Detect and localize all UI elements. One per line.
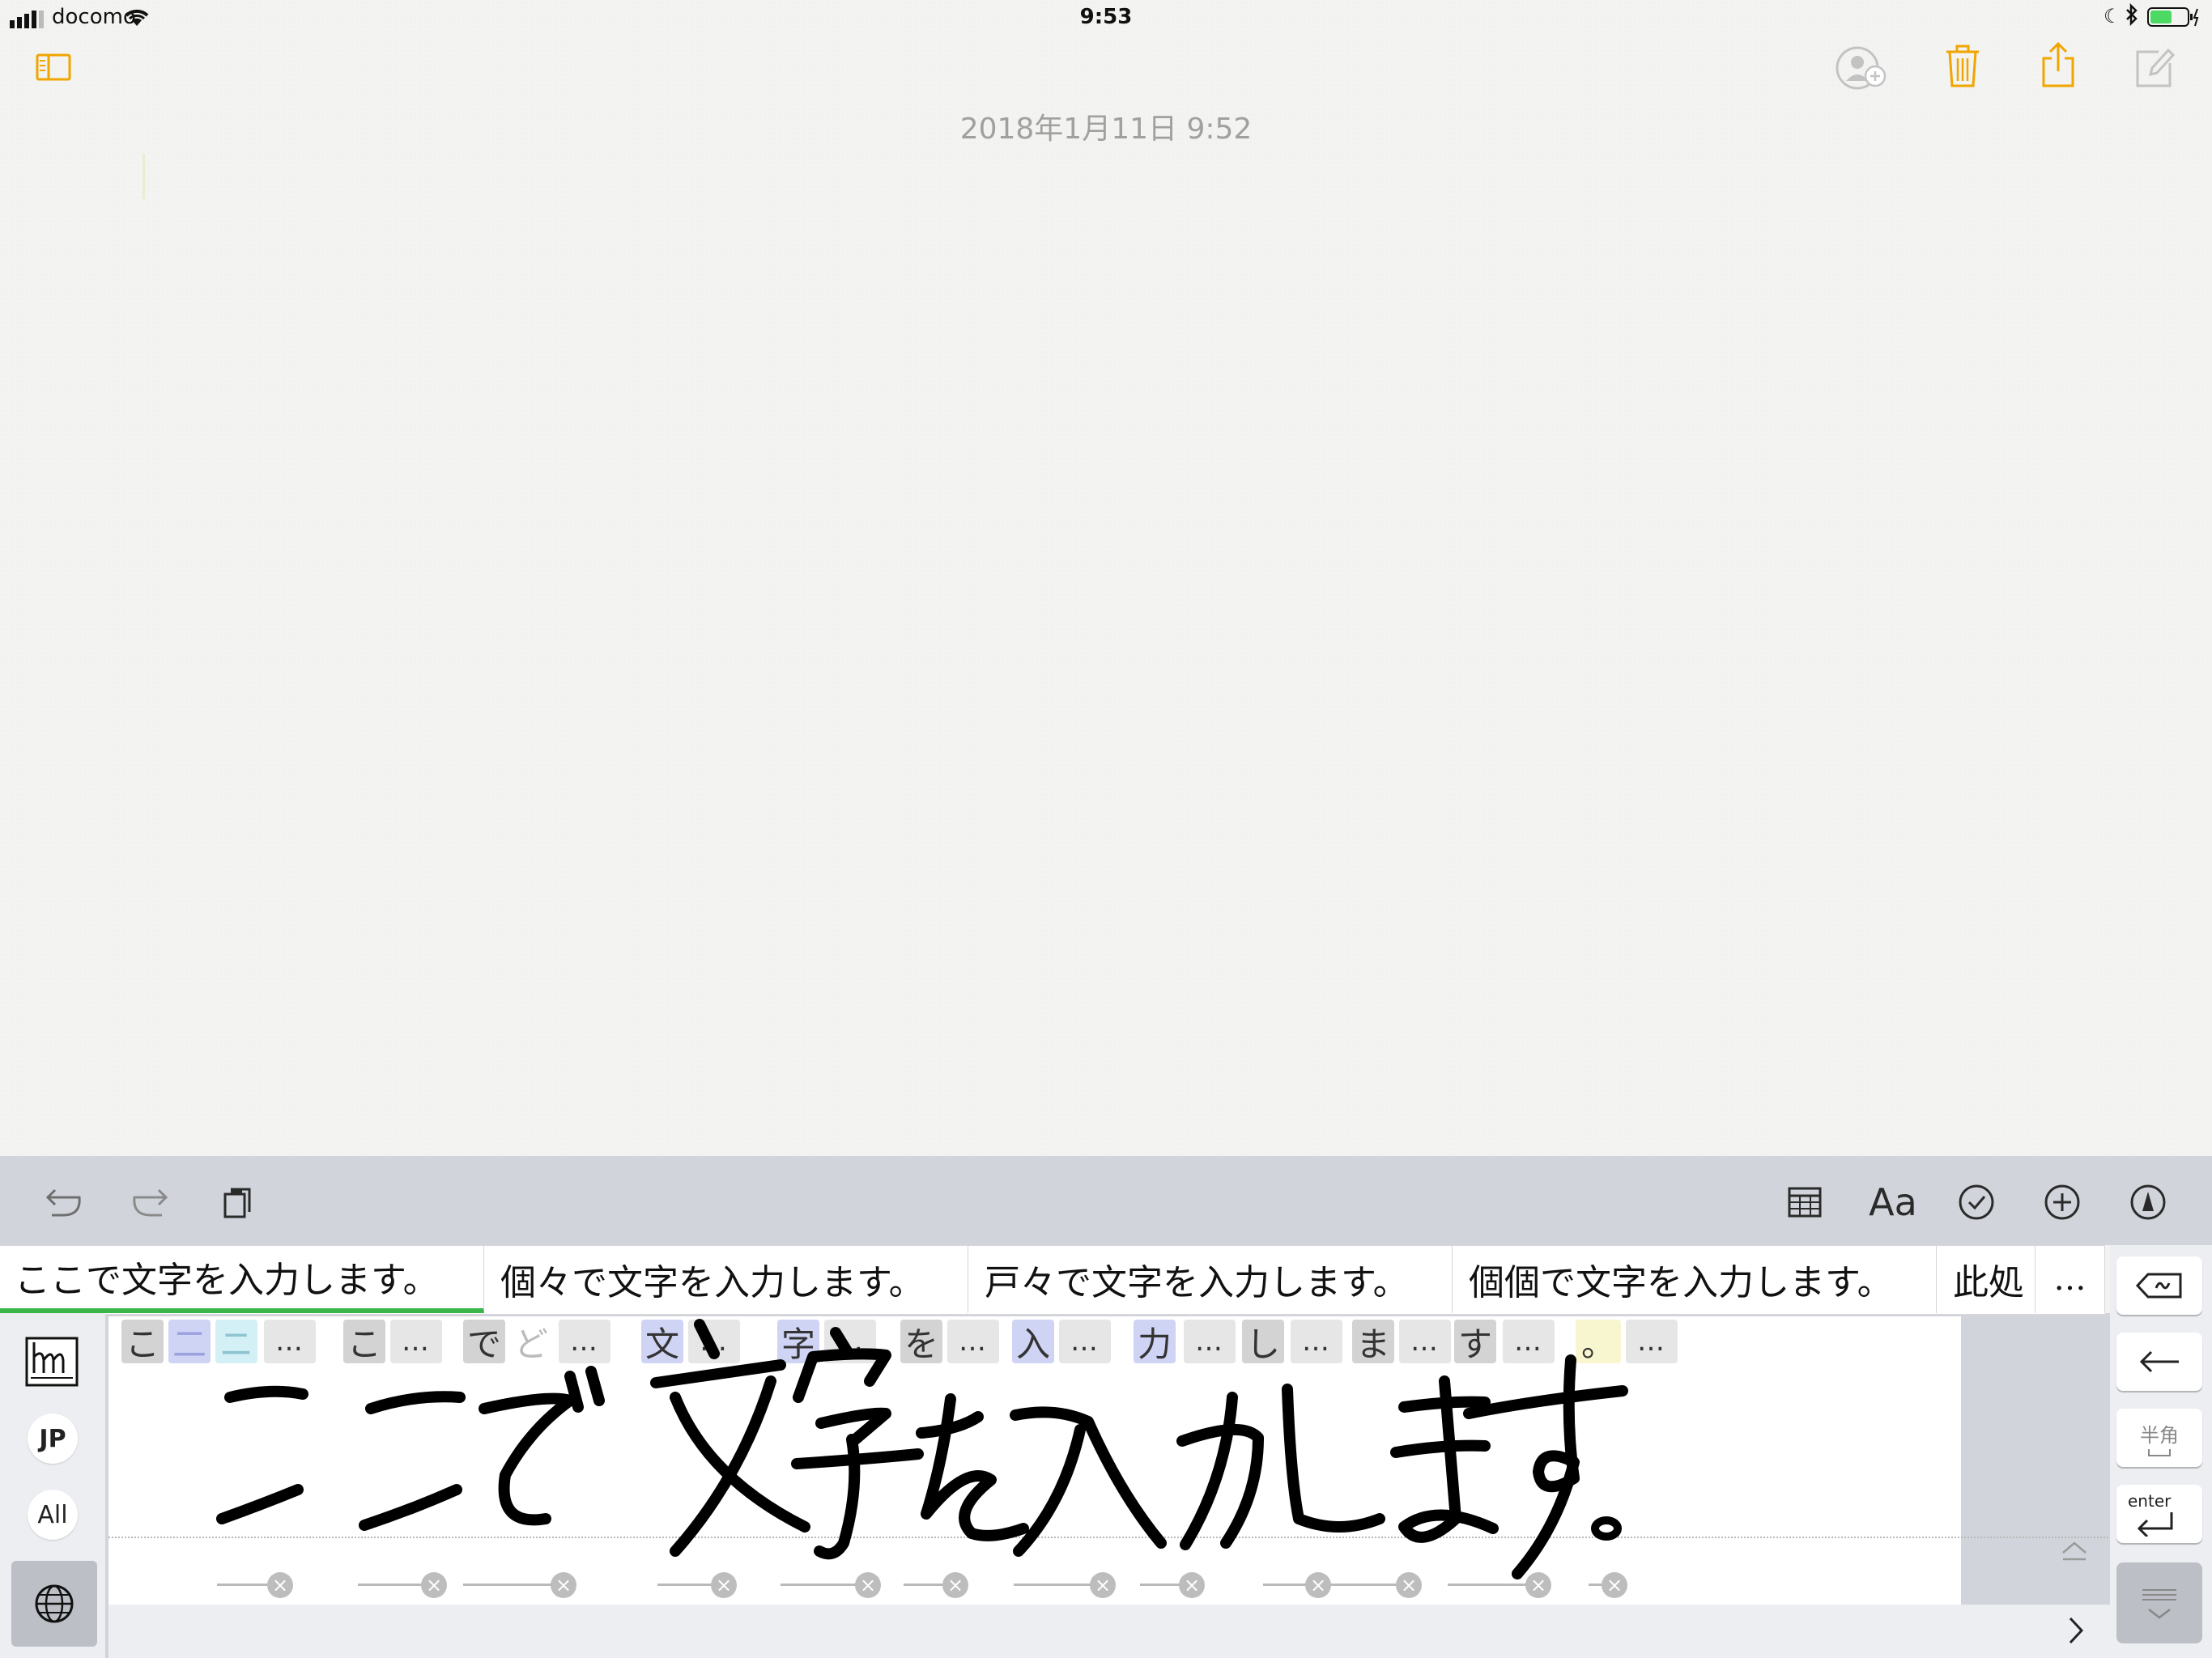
handwriting-mode-icon[interactable]: [24, 1336, 79, 1391]
compose-icon[interactable]: [2134, 45, 2176, 92]
candidate-item[interactable]: 此処: [1937, 1245, 2035, 1313]
stroke-segment: [781, 1584, 866, 1586]
undo-icon[interactable]: [36, 1174, 92, 1231]
wifi-icon: [123, 6, 151, 33]
delete-stroke-button[interactable]: ×: [1396, 1572, 1422, 1598]
keyboard-bottom-strip: [108, 1605, 2110, 1658]
stroke-segment: [1448, 1584, 1537, 1586]
delete-stroke-button[interactable]: ×: [551, 1572, 576, 1598]
note-date: 2018年1月11日 9:52: [959, 113, 1253, 146]
dismiss-keyboard-key[interactable]: [2116, 1562, 2202, 1643]
delete-stroke-button[interactable]: ×: [1525, 1572, 1551, 1598]
format-text-button[interactable]: Aa: [1859, 1174, 1927, 1231]
delete-stroke-button[interactable]: ×: [421, 1572, 447, 1598]
battery-icon: [2147, 6, 2201, 33]
backspace-key[interactable]: [2116, 1256, 2202, 1315]
status-bar: docomo 9:53 ☾: [0, 0, 2212, 36]
stroke-delete-row: × × × × × × × × × × × ×: [0, 1571, 2212, 1600]
backspace-icon: [2135, 1273, 2182, 1299]
jp-mode-button[interactable]: JP: [28, 1414, 78, 1464]
delete-stroke-button[interactable]: ×: [1602, 1572, 1627, 1598]
stroke-segment: [358, 1584, 423, 1586]
clipboard-icon[interactable]: [209, 1174, 266, 1231]
checklist-icon[interactable]: [1948, 1174, 2005, 1231]
all-mode-button[interactable]: All: [28, 1490, 78, 1540]
chevron-right-icon[interactable]: [2066, 1614, 2086, 1650]
delete-stroke-button[interactable]: ×: [855, 1572, 881, 1598]
hankaku-label: 半角: [2140, 1423, 2179, 1447]
share-icon[interactable]: [2039, 40, 2078, 92]
more-candidates-button[interactable]: …: [2035, 1245, 2105, 1313]
sidebar-toggle-icon[interactable]: [36, 53, 71, 84]
bluetooth-icon: [2125, 2, 2139, 32]
candidate-item[interactable]: 戸々で文字を入力します。: [968, 1245, 1453, 1313]
space-icon: [2148, 1448, 2171, 1456]
moon-icon: ☾: [2104, 5, 2121, 28]
cursor-left-key[interactable]: [2116, 1333, 2202, 1391]
arrow-left-icon: [2139, 1350, 2179, 1373]
candidate-item[interactable]: 個々で文字を入力します。: [484, 1245, 968, 1313]
candidate-item[interactable]: 個個で文字を入力します。: [1453, 1245, 1937, 1313]
handwriting-strokes: [216, 1319, 1628, 1579]
note-area[interactable]: [0, 0, 2212, 1156]
stroke-segment: [463, 1584, 559, 1586]
status-time: 9:53: [1079, 5, 1133, 29]
scroll-up-icon[interactable]: [2060, 1538, 2089, 1566]
stroke-segment: [657, 1584, 714, 1586]
delete-stroke-button[interactable]: ×: [267, 1572, 293, 1598]
add-people-icon[interactable]: [1835, 45, 1891, 94]
delete-stroke-button[interactable]: ×: [942, 1572, 968, 1598]
trash-icon[interactable]: [1943, 44, 1982, 92]
redo-icon[interactable]: [121, 1174, 178, 1231]
delete-stroke-button[interactable]: ×: [711, 1572, 737, 1598]
delete-stroke-button[interactable]: ×: [1305, 1572, 1331, 1598]
enter-label: enter: [2128, 1491, 2172, 1511]
keyboard-dismiss-icon: [2142, 1589, 2176, 1619]
table-icon[interactable]: [1776, 1174, 1833, 1231]
delete-stroke-button[interactable]: ×: [1090, 1572, 1116, 1598]
signal-icon: [10, 10, 45, 34]
enter-key[interactable]: enter: [2116, 1485, 2202, 1543]
return-icon: [2137, 1512, 2173, 1537]
add-icon[interactable]: [2034, 1174, 2091, 1231]
delete-stroke-button[interactable]: ×: [1179, 1572, 1205, 1598]
candidate-item[interactable]: ここで文字を入力します。: [0, 1245, 484, 1313]
hankaku-key[interactable]: 半角: [2116, 1409, 2202, 1467]
text-cursor: [143, 154, 145, 199]
markup-icon[interactable]: [2120, 1174, 2176, 1231]
